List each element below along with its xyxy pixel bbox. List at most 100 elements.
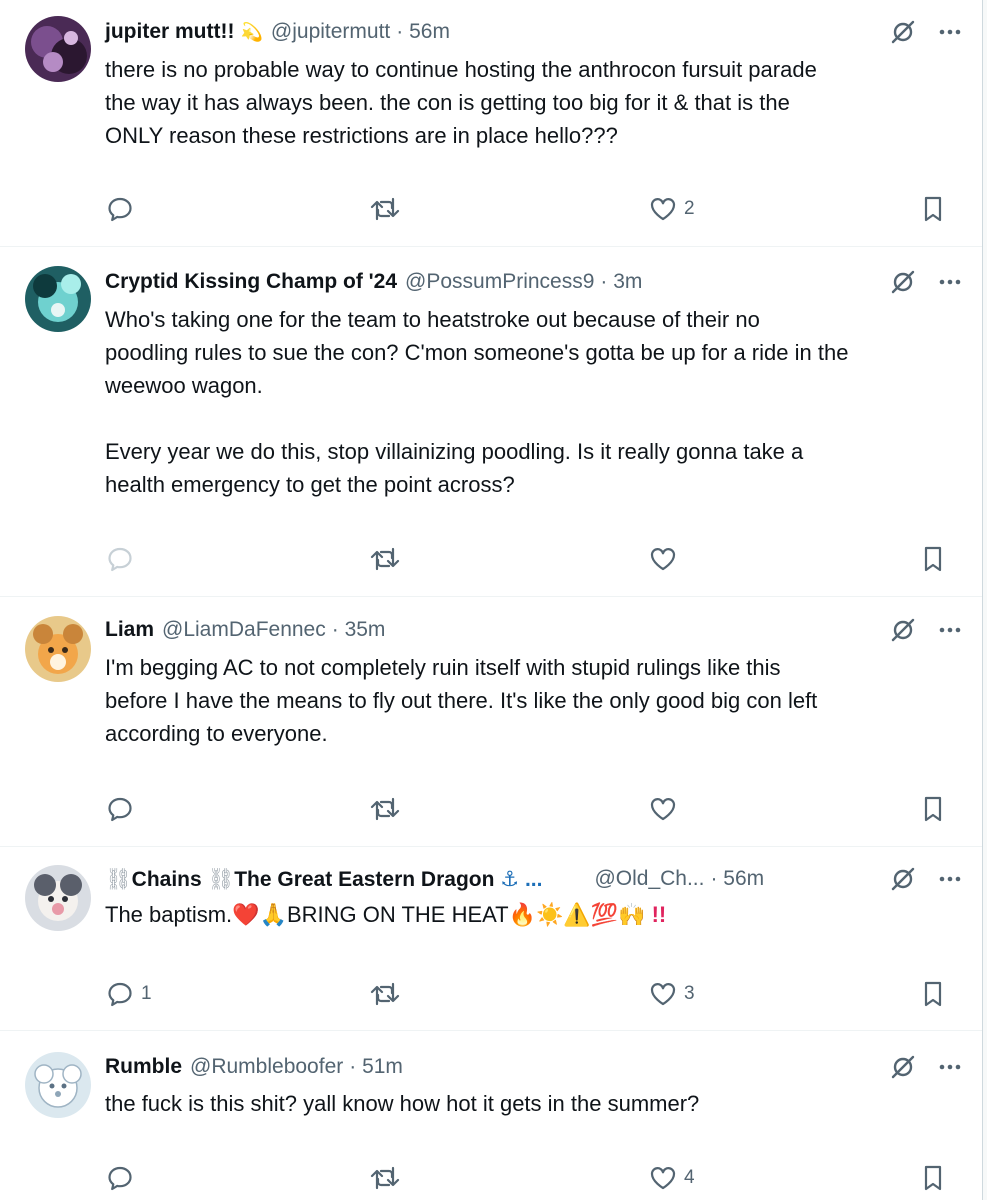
more-icon[interactable]: [938, 1063, 962, 1071]
handle[interactable]: @Old_Ch...: [594, 867, 704, 891]
display-name[interactable]: jupiter mutt!!: [105, 20, 234, 44]
bookmark-button[interactable]: [920, 192, 946, 226]
like-button[interactable]: 2: [648, 192, 695, 226]
more-icon[interactable]: [938, 875, 962, 883]
more-icon[interactable]: [938, 626, 962, 634]
tweet-text: I'm begging AC to not completely ruin it…: [105, 655, 818, 746]
like-button[interactable]: [648, 792, 684, 826]
retweet-icon: [370, 1166, 400, 1190]
like-icon: [650, 983, 676, 1006]
reply-icon: [108, 547, 132, 572]
reply-count: 1: [141, 983, 152, 1004]
tweet[interactable]: jupiter mutt!! 💫 @jupitermutt · 56m ther…: [0, 0, 982, 247]
retweet-button[interactable]: [369, 1161, 407, 1195]
reply-icon: [108, 797, 132, 822]
like-count: 3: [684, 983, 695, 1004]
avatar[interactable]: [25, 865, 91, 931]
display-name-part: The Great Eastern Dragon: [234, 867, 495, 891]
avatar[interactable]: [25, 1052, 91, 1118]
tweet[interactable]: ⛓Chains ⛓The Great Eastern Dragon ⚓ ... …: [0, 847, 982, 1031]
bookmark-button[interactable]: [920, 977, 946, 1011]
display-name[interactable]: Liam: [105, 618, 154, 642]
grok-icon[interactable]: [890, 19, 916, 45]
retweet-icon: [370, 197, 400, 221]
avatar[interactable]: [25, 266, 91, 332]
tweet-feed: jupiter mutt!! 💫 @jupitermutt · 56m ther…: [0, 0, 982, 1200]
tweet-header: ⛓Chains ⛓The Great Eastern Dragon ⚓ ... …: [105, 864, 962, 894]
double-exclamation: !!: [651, 902, 667, 927]
like-count: 2: [684, 198, 695, 219]
bookmark-button[interactable]: [920, 792, 946, 826]
bookmark-button[interactable]: [920, 542, 946, 576]
like-button[interactable]: [648, 542, 684, 576]
grok-icon[interactable]: [890, 866, 916, 892]
like-icon: [650, 798, 676, 821]
retweet-button[interactable]: [369, 192, 407, 226]
reply-button[interactable]: [105, 1161, 141, 1195]
reply-button[interactable]: [105, 792, 141, 826]
tweet-header: jupiter mutt!! 💫 @jupitermutt · 56m: [105, 17, 962, 47]
like-icon: [650, 548, 676, 571]
grok-icon[interactable]: [890, 617, 916, 643]
tweet-text-main: The baptism.❤️🙏BRING ON THE HEAT🔥☀️⚠️💯🙌: [105, 902, 646, 927]
tweet[interactable]: Cryptid Kissing Champ of '24 @PossumPrin…: [0, 247, 982, 597]
display-name[interactable]: Cryptid Kissing Champ of '24: [105, 270, 397, 294]
tweet-text: the fuck is this shit? yall know how hot…: [105, 1091, 700, 1116]
tweet-actions: [105, 542, 955, 576]
retweet-button[interactable]: [369, 792, 407, 826]
handle[interactable]: @LiamDaFennec: [162, 618, 326, 642]
name-emoji: 💫: [240, 21, 263, 42]
timestamp[interactable]: · 51m: [349, 1055, 403, 1079]
tweet-actions: 2: [105, 192, 955, 226]
tweet-text: The baptism.❤️🙏BRING ON THE HEAT🔥☀️⚠️💯🙌!…: [105, 898, 962, 931]
tweet-actions: [105, 792, 955, 826]
tweet[interactable]: Rumble @Rumbleboofer · 51m the fuck is t…: [0, 1031, 982, 1200]
reply-button[interactable]: [105, 542, 141, 576]
reply-button[interactable]: [105, 192, 141, 226]
scroll-area-edge: [983, 0, 987, 1200]
grok-icon[interactable]: [890, 1054, 916, 1080]
retweet-icon: [370, 982, 400, 1006]
like-button[interactable]: 4: [648, 1161, 695, 1195]
tweet[interactable]: Liam @LiamDaFennec · 35m I'm begging AC …: [0, 597, 982, 847]
tweet-header: Rumble @Rumbleboofer · 51m: [105, 1052, 962, 1082]
more-icon[interactable]: [938, 28, 962, 36]
retweet-icon: [370, 547, 400, 571]
tweet-header: Cryptid Kissing Champ of '24 @PossumPrin…: [105, 267, 962, 297]
display-name[interactable]: Rumble: [105, 1055, 182, 1079]
reply-button[interactable]: 1: [105, 977, 152, 1011]
chain-emoji: ⛓: [105, 867, 132, 891]
bookmark-icon: [924, 796, 942, 822]
timestamp[interactable]: · 56m: [396, 20, 450, 44]
bookmark-icon: [924, 1165, 942, 1191]
handle[interactable]: @PossumPrincess9: [405, 270, 594, 294]
like-count: 4: [684, 1167, 695, 1188]
reply-icon: [108, 197, 132, 222]
retweet-button[interactable]: [369, 977, 407, 1011]
tweet-header: Liam @LiamDaFennec · 35m: [105, 615, 962, 645]
reply-icon: [108, 1166, 132, 1191]
retweet-icon: [370, 797, 400, 821]
timestamp[interactable]: · 56m: [710, 867, 764, 891]
tweet-text: there is no probable way to continue hos…: [105, 57, 817, 148]
tweet-text: Who's taking one for the team to heatstr…: [105, 307, 849, 497]
timestamp[interactable]: · 35m: [332, 618, 386, 642]
more-icon[interactable]: [938, 278, 962, 286]
like-icon: [650, 198, 676, 221]
display-name[interactable]: ⛓Chains ⛓The Great Eastern Dragon ⚓ ...: [105, 867, 542, 892]
anchor-emoji: ⚓ ...: [500, 867, 543, 891]
timeline-border: [982, 0, 983, 1200]
avatar[interactable]: [25, 616, 91, 682]
chain-emoji: ⛓: [207, 867, 235, 891]
avatar[interactable]: [25, 16, 91, 82]
handle[interactable]: @jupitermutt: [271, 20, 390, 44]
handle[interactable]: @Rumbleboofer: [190, 1055, 343, 1079]
display-name-part: Chains: [131, 867, 202, 891]
like-button[interactable]: 3: [648, 977, 695, 1011]
timestamp[interactable]: · 3m: [600, 270, 642, 294]
bookmark-icon: [924, 981, 942, 1007]
tweet-actions: 1 3: [105, 977, 955, 1011]
bookmark-button[interactable]: [920, 1161, 946, 1195]
retweet-button[interactable]: [369, 542, 407, 576]
grok-icon[interactable]: [890, 269, 916, 295]
